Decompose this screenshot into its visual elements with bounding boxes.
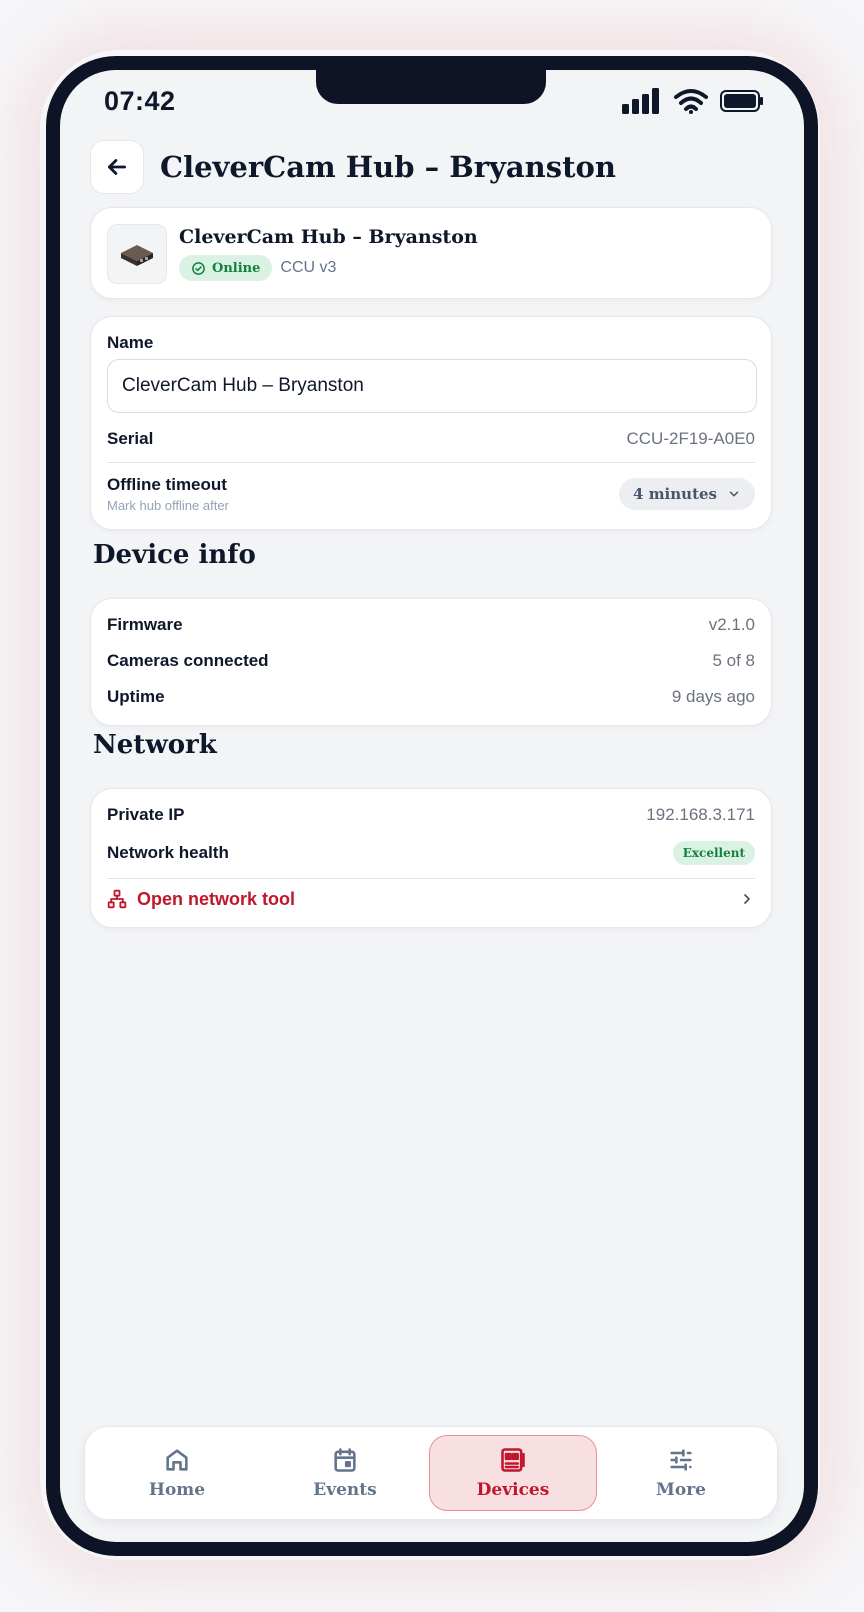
network-heading: Network [93, 730, 217, 760]
name-field[interactable] [107, 359, 757, 413]
device-name: CleverCam Hub – Bryanston [179, 226, 478, 248]
battery-icon [720, 90, 764, 117]
chevron-right-icon [744, 894, 750, 904]
network-card: Private IP 192.168.3.171 Network health … [90, 788, 772, 928]
status-time: 07:42 [104, 86, 176, 116]
divider [107, 878, 755, 879]
device-model: CCU v3 [280, 259, 337, 276]
offline-timeout-select[interactable]: 4 minutes [619, 478, 755, 510]
private-ip-row: Private IP 192.168.3.171 [107, 805, 755, 825]
tab-events[interactable]: Events [261, 1435, 429, 1511]
devices-icon [501, 1448, 525, 1472]
info-value: 9 days ago [671, 687, 755, 706]
network-icon [107, 889, 127, 909]
network-health-row: Network health Excellent [107, 841, 755, 865]
offline-timeout-row: Offline timeout Mark hub offline after 4… [107, 475, 755, 513]
check-circle-icon [192, 261, 205, 275]
device-info-heading: Device info [93, 540, 256, 570]
arrow-left-icon [108, 159, 126, 175]
app-screen: 07:42 CleverCam Hub – Bryanston CleverCa… [60, 70, 804, 1542]
device-summary-card: CleverCam Hub – Bryanston Online CCU v3 [90, 207, 772, 299]
tab-more[interactable]: More [597, 1435, 765, 1511]
network-health-badge: Excellent [672, 841, 755, 865]
info-row-cameras: Cameras connected 5 of 8 [107, 651, 755, 671]
bottom-tab-bar: Home Events Devices More [84, 1426, 778, 1520]
info-label: Cameras connected [107, 651, 269, 670]
divider [107, 462, 755, 463]
tab-label: More [656, 1480, 706, 1500]
offline-timeout-text: Offline timeout Mark hub offline after [107, 475, 229, 513]
tab-devices[interactable]: Devices [429, 1435, 597, 1511]
status-icons [622, 88, 764, 119]
info-value: 5 of 8 [712, 651, 755, 670]
status-badge-label: Online [212, 260, 261, 276]
offline-timeout-label: Offline timeout [107, 475, 227, 494]
back-button[interactable] [90, 140, 144, 194]
name-label: Name [107, 333, 154, 352]
info-label: Uptime [107, 687, 165, 706]
private-ip-value: 192.168.3.171 [646, 805, 755, 824]
notch [316, 70, 546, 104]
device-thumbnail [107, 224, 167, 284]
tab-label: Events [313, 1480, 377, 1500]
status-badge: Online [179, 255, 273, 281]
offline-timeout-value: 4 minutes [633, 485, 717, 503]
serial-label: Serial [107, 429, 154, 448]
calendar-icon [334, 1448, 356, 1472]
tab-label: Devices [476, 1480, 550, 1500]
tab-home[interactable]: Home [93, 1435, 261, 1511]
chevron-down-icon [729, 491, 739, 497]
offline-timeout-sublabel: Mark hub offline after [107, 498, 229, 513]
device-meta: Online CCU v3 [179, 255, 336, 281]
home-icon [166, 1449, 188, 1471]
device-settings-card: Name Serial CCU-2F19-A0E0 Offline timeou… [90, 316, 772, 530]
tab-label: Home [148, 1480, 206, 1500]
signal-icon [622, 88, 662, 119]
open-network-tool-label: Open network tool [137, 888, 296, 909]
info-label: Firmware [107, 615, 183, 634]
info-row-uptime: Uptime 9 days ago [107, 687, 755, 707]
wifi-icon [674, 88, 708, 119]
page-header: CleverCam Hub – Bryanston [90, 140, 616, 194]
serial-row: Serial CCU-2F19-A0E0 [107, 429, 755, 449]
page-title: CleverCam Hub – Bryanston [160, 150, 616, 184]
sliders-icon [670, 1449, 692, 1471]
info-row-firmware: Firmware v2.1.0 [107, 615, 755, 635]
open-network-tool-link[interactable]: Open network tool [107, 883, 755, 915]
serial-value: CCU-2F19-A0E0 [626, 429, 756, 448]
info-value: v2.1.0 [708, 615, 755, 634]
device-info-card: Firmware v2.1.0 Cameras connected 5 of 8… [90, 598, 772, 726]
network-health-label: Network health [107, 843, 229, 862]
private-ip-label: Private IP [107, 805, 185, 824]
